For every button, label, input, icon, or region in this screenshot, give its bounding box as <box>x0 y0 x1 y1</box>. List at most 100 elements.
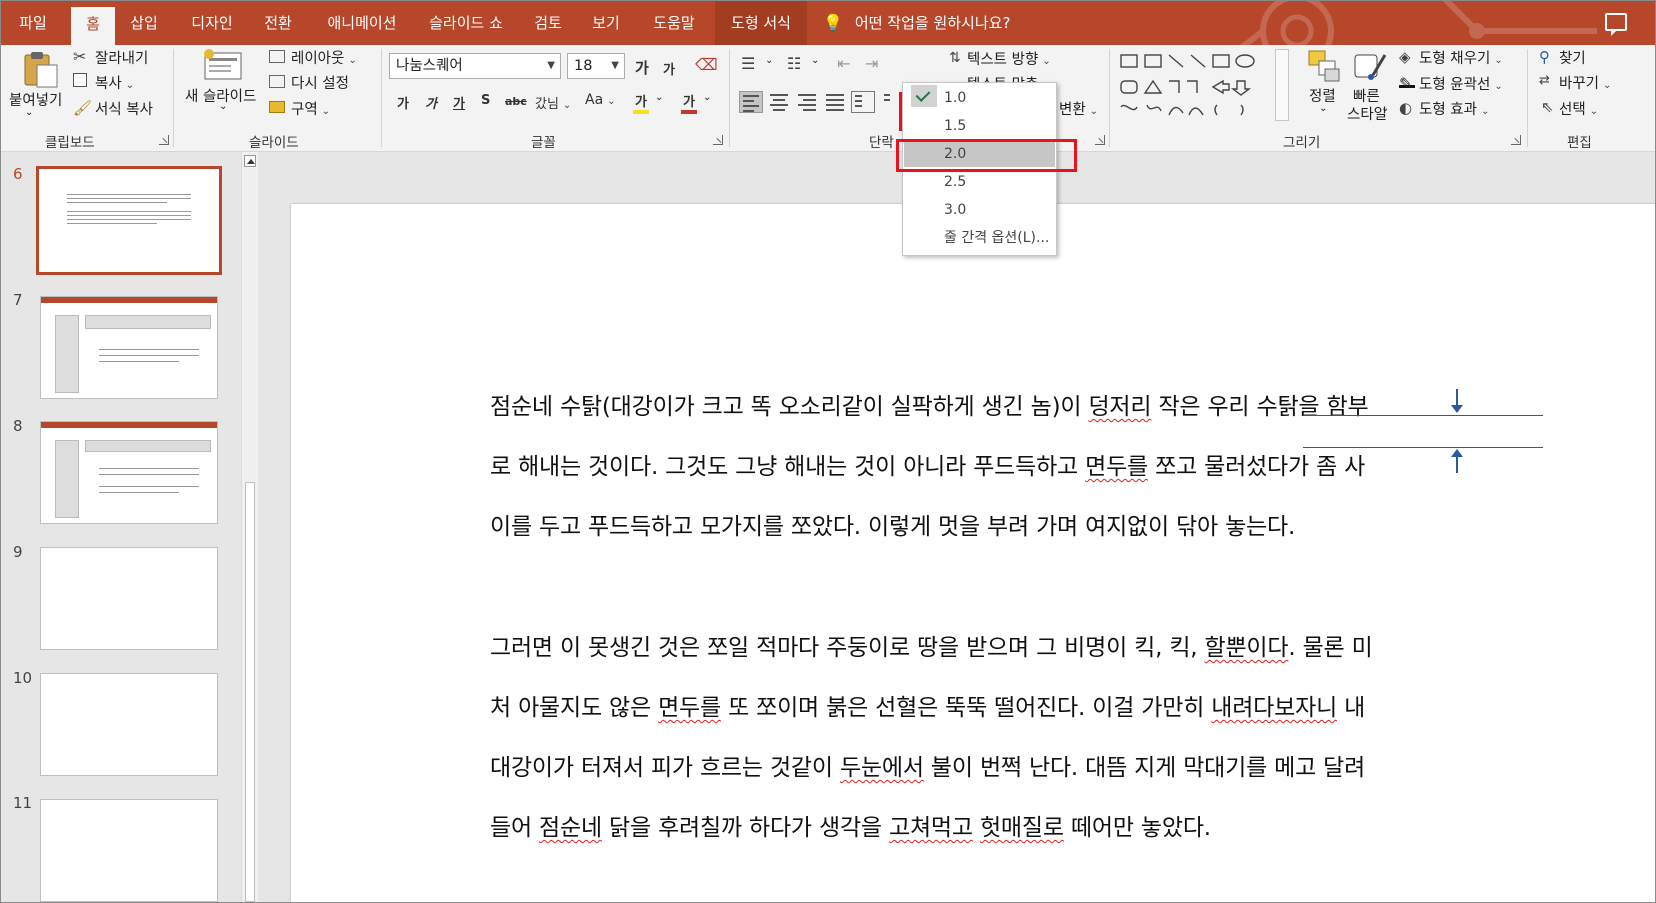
clear-formatting-icon[interactable]: ⌫ <box>695 55 718 74</box>
line-spacing-option[interactable]: 3.0 <box>904 197 1055 223</box>
bold-button[interactable]: 가 <box>397 93 409 112</box>
justify-icon[interactable] <box>823 91 847 113</box>
clipboard-launcher-icon[interactable] <box>159 135 169 145</box>
increase-indent-icon[interactable]: ⇥ <box>865 54 878 73</box>
comments-icon[interactable] <box>1605 13 1627 36</box>
shape-fill-button[interactable]: 도형 채우기 ⌄ <box>1419 47 1503 68</box>
cut-button[interactable]: 잘라내기 <box>95 47 148 68</box>
text-shadow-button[interactable]: S <box>481 93 490 108</box>
text-line[interactable]: 점순네 수탉(대강이가 크고 똑 오소리같이 실팍하게 생긴 놈)이 덩저리 작… <box>490 387 1369 421</box>
tab-design[interactable]: 디자인 <box>181 1 243 45</box>
scroll-up-icon[interactable] <box>244 155 256 167</box>
reset-button[interactable]: 다시 설정 <box>291 72 349 93</box>
text-direction-button[interactable]: 텍스트 방향 ⌄ <box>967 48 1051 69</box>
paragraph-launcher-icon[interactable] <box>1095 135 1105 145</box>
thumbnail-scrollbar[interactable] <box>241 152 258 902</box>
columns-icon[interactable] <box>851 91 875 113</box>
highlight-chevron-icon[interactable]: ⌄ <box>655 92 663 103</box>
text-line[interactable]: 처 아물지도 않은 면두를 또 쪼이며 붉은 선혈은 뚝뚝 떨어진다. 이걸 가… <box>490 688 1365 722</box>
slide-thumbnail-9[interactable] <box>40 547 218 650</box>
tab-review[interactable]: 검토 <box>529 1 567 45</box>
paragraph-more-icon[interactable] <box>881 91 893 113</box>
shrink-font-button[interactable]: 가 <box>663 59 675 78</box>
slide-thumbnail-7[interactable] <box>40 296 218 399</box>
align-center-icon[interactable] <box>767 91 791 113</box>
paste-button-label[interactable]: 붙여넣기 <box>9 89 62 110</box>
line-spacing-options-link[interactable]: 줄 간격 옵션(L)... <box>904 225 1055 251</box>
tab-view[interactable]: 보기 <box>587 1 625 45</box>
text-line[interactable]: 로 해내는 것이다. 그것도 그냥 해내는 것이 아니라 푸드득하고 면두를 쪼… <box>490 447 1365 481</box>
paste-dropdown-chevron[interactable]: ⌄ <box>25 107 33 118</box>
format-painter-button[interactable]: 서식 복사 <box>95 98 153 119</box>
tab-animations[interactable]: 애니메이션 <box>317 1 407 45</box>
tab-shape-format[interactable]: 도형 서식 <box>715 1 807 45</box>
numbering-chevron-icon[interactable]: ⌄ <box>811 55 819 66</box>
bullets-chevron-icon[interactable]: ⌄ <box>765 55 773 66</box>
line-spacing-option[interactable]: 2.5 <box>904 169 1055 195</box>
align-left-icon[interactable] <box>739 91 763 113</box>
slide-canvas[interactable] <box>291 204 1655 902</box>
copy-button[interactable]: 복사 ⌄ <box>95 72 134 93</box>
underline-button[interactable]: 가 <box>453 93 465 112</box>
text-line[interactable]: 들어 점순네 닭을 후려칠까 하다가 생각을 고쳐먹고 헛매질로 떼어만 놓았다… <box>490 808 1211 842</box>
font-size-combo[interactable]: 18 ▼ <box>567 53 625 79</box>
arrange-chevron-icon[interactable]: ⌄ <box>1319 103 1327 114</box>
font-color-chevron-icon[interactable]: ⌄ <box>703 92 711 103</box>
strikethrough-button[interactable]: abc <box>505 95 527 108</box>
font-launcher-icon[interactable] <box>713 135 723 145</box>
shape-effects-button[interactable]: 도형 효과 ⌄ <box>1419 98 1489 119</box>
text-line[interactable]: 대강이가 터져서 피가 흐르는 것같이 두눈에서 불이 번쩍 난다. 대뜸 지게… <box>490 748 1365 782</box>
tab-file[interactable]: 파일 <box>9 1 57 45</box>
character-spacing-button[interactable]: 갔님 ⌄ <box>535 93 571 112</box>
quick-styles-icon[interactable] <box>1353 49 1387 83</box>
slide-thumbnail-6[interactable] <box>36 166 222 275</box>
tell-me-search[interactable]: 💡 어떤 작업을 원하시나요? <box>823 1 1010 45</box>
tab-insert[interactable]: 삽입 <box>121 1 167 45</box>
replace-button[interactable]: 바꾸기 ⌄ <box>1559 72 1611 93</box>
font-color-button[interactable]: 가 <box>681 91 697 114</box>
arrow-down-icon <box>1451 389 1463 413</box>
bullets-icon[interactable]: ☰ <box>741 54 755 73</box>
line-spacing-option[interactable]: 1.5 <box>904 113 1055 139</box>
shape-outline-icon: ✎ <box>1399 74 1415 93</box>
quick-styles-chevron-icon[interactable]: ⌄ <box>1381 103 1389 114</box>
decrease-indent-icon[interactable]: ⇤ <box>837 54 850 73</box>
powerpoint-window: 파일 홈 삽입 디자인 전환 애니메이션 슬라이드 쇼 검토 보기 도움말 도형… <box>0 0 1656 903</box>
new-slide-chevron[interactable]: ⌄ <box>219 101 227 112</box>
arrange-icon[interactable] <box>1307 49 1343 83</box>
shape-outline-button[interactable]: 도형 윤곽선 ⌄ <box>1419 73 1503 94</box>
select-button[interactable]: 선택 ⌄ <box>1559 98 1598 119</box>
slide-thumbnail-10[interactable] <box>40 673 218 776</box>
grow-font-button[interactable]: 가 <box>635 57 649 78</box>
tab-home[interactable]: 홈 <box>71 7 115 45</box>
section-chevron-icon: ⌄ <box>321 106 331 117</box>
numbering-icon[interactable]: ☷ <box>787 54 801 73</box>
change-case-button[interactable]: Aa ⌄ <box>585 92 616 108</box>
case-chevron-icon: ⌄ <box>607 96 616 107</box>
drawing-launcher-icon[interactable] <box>1511 135 1521 145</box>
new-slide-icon[interactable] <box>203 49 245 83</box>
tab-slideshow[interactable]: 슬라이드 쇼 <box>419 1 513 45</box>
font-name-combo[interactable]: 나눔스퀘어 ▼ <box>389 53 561 79</box>
paste-icon[interactable] <box>21 49 61 89</box>
slide-thumbnail-11[interactable] <box>40 799 218 902</box>
shapes-gallery-scroll[interactable] <box>1275 49 1289 121</box>
editing-group-label: 편집 <box>1567 135 1592 151</box>
layout-button[interactable]: 레이아웃 ⌄ <box>291 47 357 68</box>
tab-transitions[interactable]: 전환 <box>255 1 301 45</box>
shape-effects-icon: ◐ <box>1399 99 1413 117</box>
section-button[interactable]: 구역 ⌄ <box>291 98 330 119</box>
tab-help[interactable]: 도움말 <box>647 1 701 45</box>
slide-thumbnail-8[interactable] <box>40 421 218 524</box>
scrollbar-thumb[interactable] <box>245 482 255 902</box>
convert-smartart-button[interactable]: 변환 ⌄ <box>1059 98 1098 119</box>
text-direction-label: 텍스트 방향 <box>967 52 1039 68</box>
find-button[interactable]: 찾기 <box>1559 47 1586 68</box>
line-spacing-option[interactable]: 1.0 <box>904 85 1055 111</box>
align-right-icon[interactable] <box>795 91 819 113</box>
shapes-gallery[interactable] <box>1117 49 1273 123</box>
highlight-color-button[interactable]: 가 <box>633 91 649 114</box>
text-line[interactable]: 그러면 이 못생긴 것은 쪼일 적마다 주둥이로 땅을 받으며 그 비명이 킥,… <box>490 628 1373 662</box>
text-line[interactable]: 이를 두고 푸드득하고 모가지를 쪼았다. 이렇게 멋을 부려 가며 여지없이 … <box>490 507 1295 541</box>
italic-button[interactable]: 가 <box>425 93 437 112</box>
